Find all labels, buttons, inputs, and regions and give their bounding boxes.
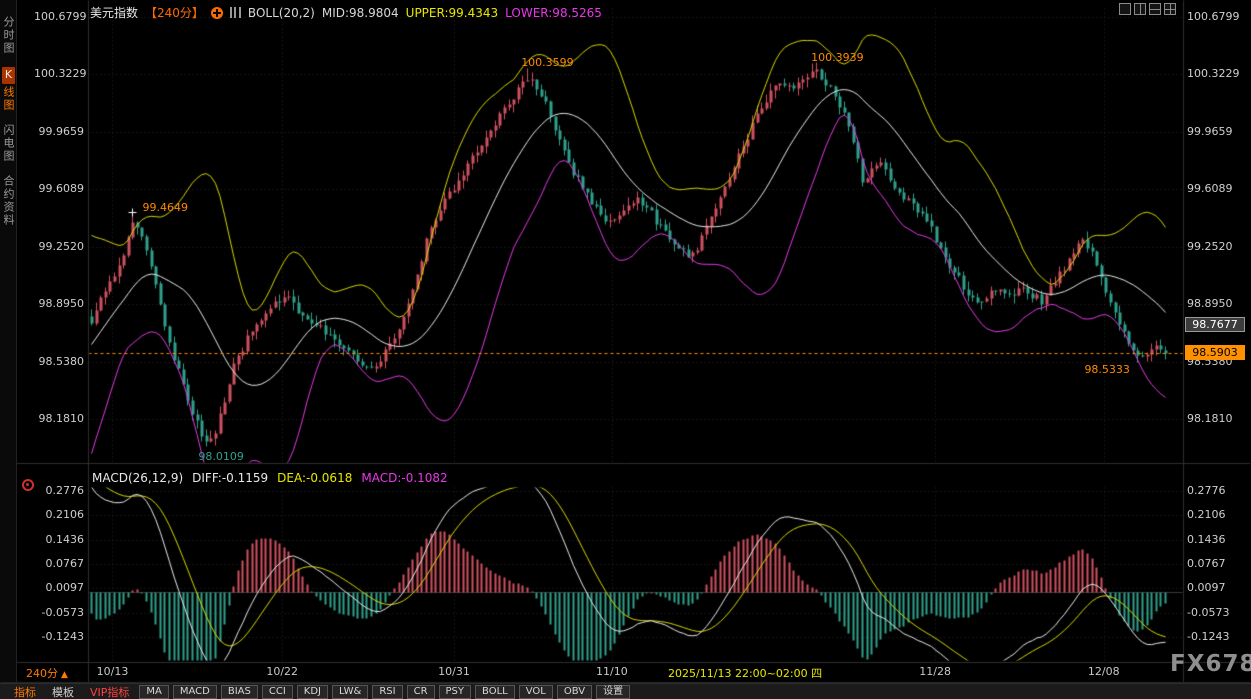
period-text: 240分	[26, 667, 58, 680]
chart-header: 美元指数 【240分】 BOLL(20,2) MID:98.9804 UPPER…	[90, 4, 602, 21]
boll-lower-value: LOWER:98.5265	[505, 6, 602, 20]
window-layout-icons	[1119, 3, 1176, 15]
layout-single-icon[interactable]	[1119, 3, 1131, 15]
indicator-dot-center	[26, 483, 29, 486]
layout-grid-icon[interactable]	[1164, 3, 1176, 15]
sidebar-item-time-chart[interactable]: 分时图	[0, 16, 16, 55]
indicator-button-bias[interactable]: BIAS	[221, 685, 258, 699]
add-indicator-icon[interactable]	[211, 7, 223, 19]
active-item-badge: K	[2, 67, 15, 84]
sidebar-item-flash-chart[interactable]: 闪电图	[0, 124, 16, 163]
indicator-button-kdj[interactable]: KDJ	[297, 685, 328, 699]
macd-dea-value: DEA:-0.0618	[277, 471, 352, 485]
bottom-toolbar: 指标模板 VIP指标 MA MACD BIAS CCI KDJ LW&RSI CR PSYBOLL…	[0, 683, 1251, 699]
chart-type-icon[interactable]	[230, 7, 241, 18]
indicator-button-psy[interactable]: PSY	[439, 685, 472, 699]
indicator-button-cci[interactable]: CCI	[262, 685, 293, 699]
indicator-button-obv[interactable]: OBV	[557, 685, 592, 699]
indicator-dot-icon	[22, 479, 34, 491]
macd-label: MACD(26,12,9)	[92, 471, 183, 485]
macd-bar-value: MACD:-0.1082	[361, 471, 447, 485]
indicator-button-rsi[interactable]: RSI	[372, 685, 402, 699]
symbol-title: 美元指数	[90, 4, 138, 21]
macd-diff-value: DIFF:-0.1159	[192, 471, 268, 485]
indicator-button-vol[interactable]: VOL	[519, 685, 553, 699]
indicator-button-cr[interactable]: CR	[407, 685, 435, 699]
period-arrow-icon: ▲	[61, 670, 68, 680]
candlestick-chart-canvas[interactable]	[0, 0, 1251, 699]
layout-two-pane-icon[interactable]	[1134, 3, 1146, 15]
sidebar: 分时图 K线图闪电图合约资料	[0, 0, 17, 682]
watermark: FX678	[1170, 651, 1251, 677]
toolbar-tab-2[interactable]: VIP指标	[84, 684, 135, 699]
boll-upper-value: UPPER:99.4343	[406, 6, 498, 20]
settings-button[interactable]: 设置	[596, 685, 630, 699]
indicator-button-boll[interactable]: BOLL	[475, 685, 515, 699]
period-selector[interactable]: 240分▲	[26, 665, 68, 681]
toolbar-tab-0[interactable]: 指标	[8, 684, 42, 699]
boll-mid-value: MID:98.9804	[322, 6, 399, 20]
layout-three-pane-icon[interactable]	[1149, 3, 1161, 15]
toolbar-tab-1[interactable]: 模板	[46, 684, 80, 699]
boll-label: BOLL(20,2)	[248, 6, 315, 20]
period-label: 【240分】	[145, 4, 204, 21]
indicator-button-macd[interactable]: MACD	[173, 685, 217, 699]
sidebar-item-kline-chart[interactable]: K线图	[0, 67, 16, 112]
sidebar-item-contract-info[interactable]: 合约资料	[0, 175, 16, 227]
chart-application: 分时图 K线图闪电图合约资料 美元指数 【240分】 BOLL(20,2) MID…	[0, 0, 1251, 699]
indicator-button-ma[interactable]: MA	[139, 685, 168, 699]
macd-header: MACD(26,12,9) DIFF:-0.1159 DEA:-0.0618 M…	[92, 471, 448, 485]
indicator-button-lw[interactable]: LW&	[332, 685, 368, 699]
